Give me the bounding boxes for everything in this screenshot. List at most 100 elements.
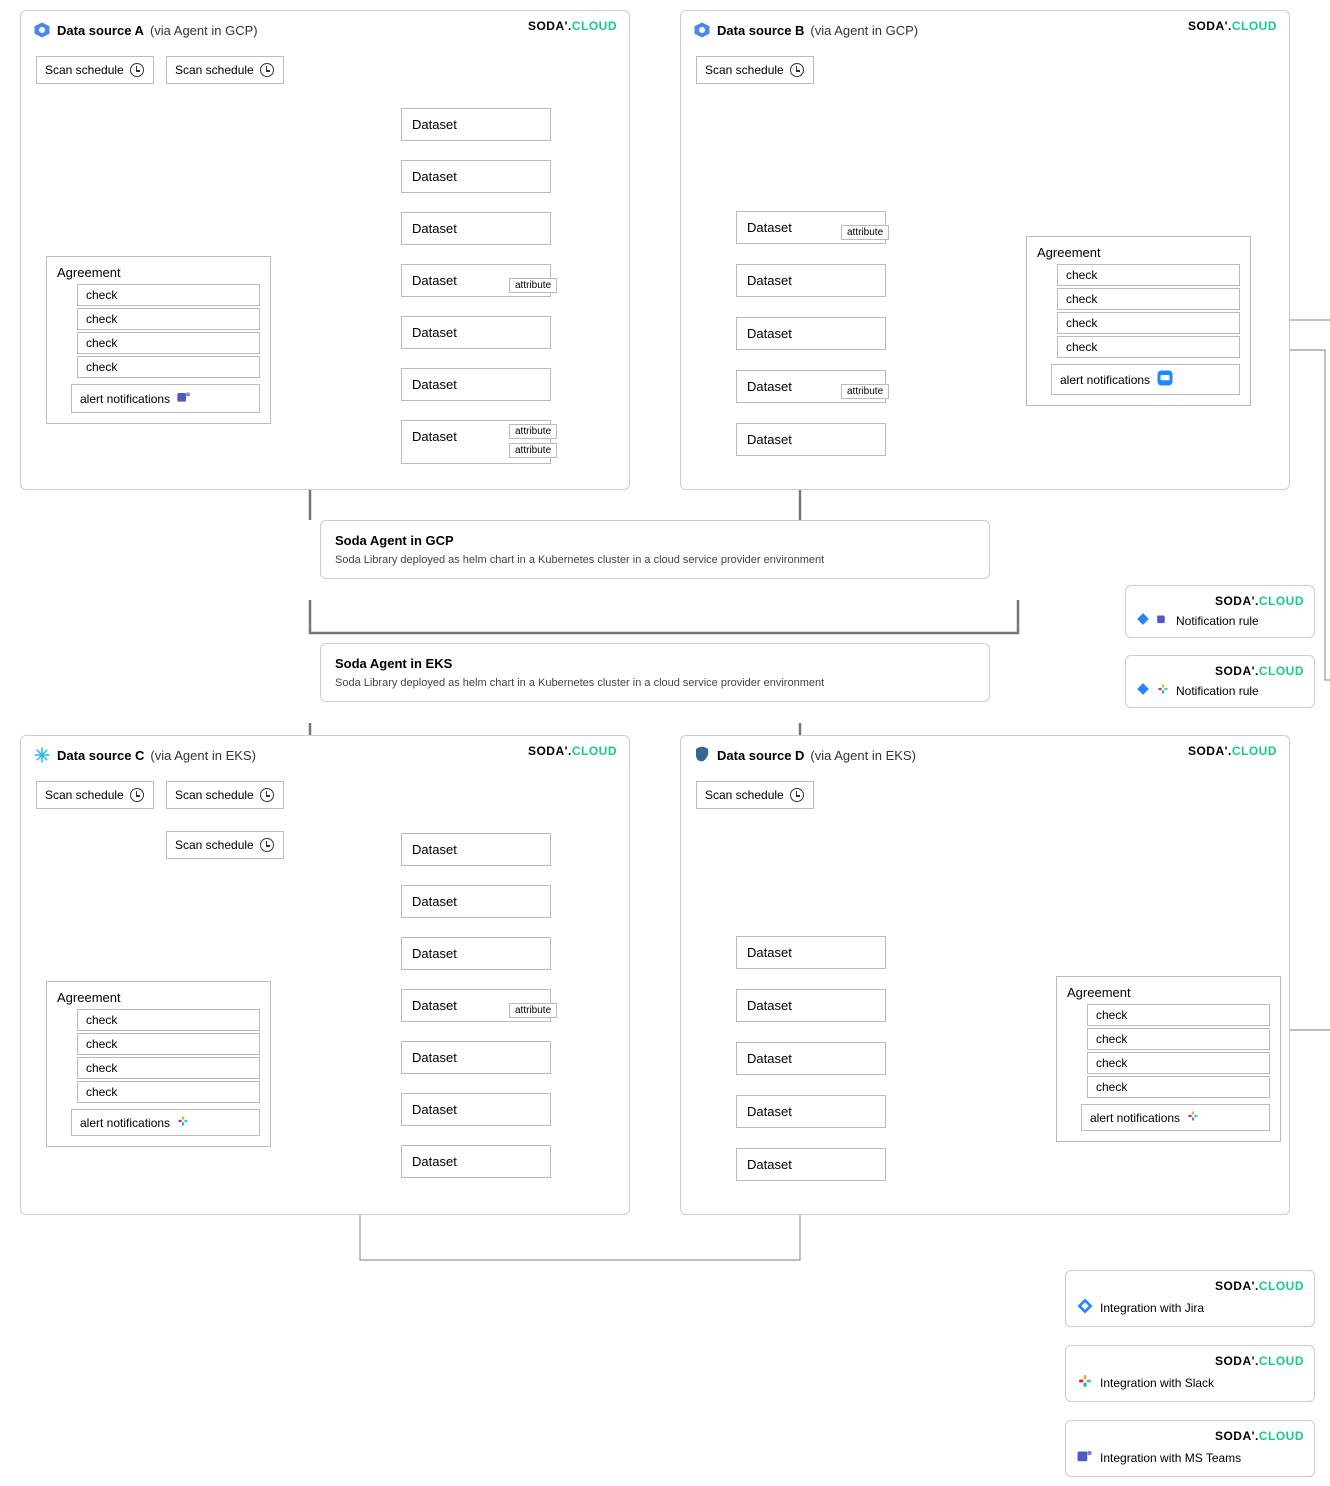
check-item: check bbox=[77, 1033, 260, 1055]
dataset-box: Dataset bbox=[736, 317, 886, 350]
snowflake-icon bbox=[33, 746, 51, 764]
agent-eks-panel: Soda Agent in EKS Soda Library deployed … bbox=[320, 643, 990, 702]
clock-icon bbox=[260, 838, 274, 852]
panel-b-sub: (via Agent in GCP) bbox=[810, 23, 918, 38]
agreement-box: Agreement check check check check alert … bbox=[1056, 976, 1281, 1142]
agent-eks-title: Soda Agent in EKS bbox=[335, 656, 975, 671]
agreement-box: Agreement check check check check alert … bbox=[46, 981, 271, 1147]
dataset-box: Dataset bbox=[401, 833, 551, 866]
integration-teams-label: Integration with MS Teams bbox=[1100, 1451, 1241, 1465]
data-source-c-panel: Data source C (via Agent in EKS) SODA'.C… bbox=[20, 735, 630, 1215]
agreement-box: Agreement check check check check alert … bbox=[46, 256, 271, 424]
dataset-box: Dataset bbox=[736, 989, 886, 1022]
check-item: check bbox=[77, 332, 260, 354]
alert-notifications: alert notifications bbox=[1081, 1104, 1270, 1131]
data-source-d-panel: Data source D (via Agent in EKS) SODA'.C… bbox=[680, 735, 1290, 1215]
jira-icon bbox=[1136, 682, 1150, 699]
attribute-chip: attribute bbox=[509, 443, 557, 458]
soda-logo: SODA'.CLOUD bbox=[1136, 594, 1304, 608]
chat-icon bbox=[1156, 369, 1174, 390]
check-item: check bbox=[1057, 312, 1240, 334]
clock-icon bbox=[790, 63, 804, 77]
check-item: check bbox=[77, 1009, 260, 1031]
slack-icon bbox=[1156, 682, 1170, 699]
scan-schedule-box: Scan schedule bbox=[696, 56, 814, 84]
check-item: check bbox=[77, 308, 260, 330]
check-item: check bbox=[1087, 1076, 1270, 1098]
notif-rule-label: Notification rule bbox=[1176, 614, 1259, 628]
dataset-box: Dataset bbox=[401, 1041, 551, 1074]
check-item: check bbox=[1057, 264, 1240, 286]
bigquery-icon bbox=[693, 21, 711, 39]
alert-notifications: alert notifications bbox=[71, 1109, 260, 1136]
soda-logo: SODA'.CLOUD bbox=[528, 19, 617, 33]
dataset-box: Dataset bbox=[736, 1148, 886, 1181]
check-item: check bbox=[77, 284, 260, 306]
scan-schedule-box: Scan schedule bbox=[166, 831, 284, 859]
panel-d-sub: (via Agent in EKS) bbox=[810, 748, 916, 763]
attribute-chip: attribute bbox=[509, 278, 557, 293]
clock-icon bbox=[130, 63, 144, 77]
dataset-box: Dataset bbox=[736, 423, 886, 456]
dataset-box: Dataset bbox=[736, 936, 886, 969]
data-source-a-panel: Data source A (via Agent in GCP) SODA'.C… bbox=[20, 10, 630, 490]
slack-icon bbox=[1186, 1109, 1200, 1126]
bigquery-icon bbox=[33, 21, 51, 39]
check-item: check bbox=[1087, 1052, 1270, 1074]
panel-a-sub: (via Agent in GCP) bbox=[150, 23, 258, 38]
integration-jira-label: Integration with Jira bbox=[1100, 1301, 1204, 1315]
soda-logo: SODA'.CLOUD bbox=[1076, 1279, 1304, 1293]
check-item: check bbox=[77, 1057, 260, 1079]
agent-gcp-title: Soda Agent in GCP bbox=[335, 533, 975, 548]
postgres-icon bbox=[693, 746, 711, 764]
scan-schedule-box: Scan schedule bbox=[696, 781, 814, 809]
panel-d-title: Data source D bbox=[717, 748, 804, 763]
soda-logo: SODA'.CLOUD bbox=[1136, 664, 1304, 678]
scan-schedule-box: Scan schedule bbox=[36, 56, 154, 84]
soda-logo: SODA'.CLOUD bbox=[528, 744, 617, 758]
integration-teams-panel: SODA'.CLOUD Integration with MS Teams bbox=[1065, 1420, 1315, 1477]
check-item: check bbox=[1057, 288, 1240, 310]
check-item: check bbox=[1087, 1004, 1270, 1026]
jira-icon bbox=[1076, 1297, 1094, 1318]
dataset-box: Dataset bbox=[736, 1095, 886, 1128]
slack-icon bbox=[176, 1114, 190, 1131]
check-item: check bbox=[77, 356, 260, 378]
notification-rule-panel: SODA'.CLOUD Notification rule bbox=[1125, 585, 1315, 638]
dataset-box: Dataset bbox=[401, 937, 551, 970]
panel-a-title: Data source A bbox=[57, 23, 144, 38]
clock-icon bbox=[790, 788, 804, 802]
integration-jira-panel: SODA'.CLOUD Integration with Jira bbox=[1065, 1270, 1315, 1327]
clock-icon bbox=[260, 63, 274, 77]
panel-b-title: Data source B bbox=[717, 23, 804, 38]
dataset-box: Dataset bbox=[401, 108, 551, 141]
msteams-icon bbox=[176, 389, 192, 408]
check-item: check bbox=[1087, 1028, 1270, 1050]
dataset-box: Dataset bbox=[401, 1145, 551, 1178]
panel-c-sub: (via Agent in EKS) bbox=[150, 748, 256, 763]
dataset-box: Dataset bbox=[736, 264, 886, 297]
attribute-chip: attribute bbox=[509, 1003, 557, 1018]
clock-icon bbox=[260, 788, 274, 802]
dataset-box: Dataset bbox=[401, 885, 551, 918]
agreement-box: Agreement check check check check alert … bbox=[1026, 236, 1251, 406]
check-item: check bbox=[1057, 336, 1240, 358]
dataset-box: Dataset bbox=[401, 160, 551, 193]
msteams-icon bbox=[1076, 1447, 1094, 1468]
alert-notifications: alert notifications bbox=[1051, 364, 1240, 395]
soda-logo: SODA'.CLOUD bbox=[1188, 19, 1277, 33]
panel-c-title: Data source C bbox=[57, 748, 144, 763]
agent-gcp-panel: Soda Agent in GCP Soda Library deployed … bbox=[320, 520, 990, 579]
check-item: check bbox=[77, 1081, 260, 1103]
dataset-box: Dataset bbox=[401, 212, 551, 245]
scan-schedule-box: Scan schedule bbox=[36, 781, 154, 809]
soda-logo: SODA'.CLOUD bbox=[1076, 1354, 1304, 1368]
scan-schedule-box: Scan schedule bbox=[166, 781, 284, 809]
attribute-chip: attribute bbox=[509, 424, 557, 439]
jira-icon bbox=[1136, 612, 1150, 629]
attribute-chip: attribute bbox=[841, 384, 889, 399]
soda-logo: SODA'.CLOUD bbox=[1076, 1429, 1304, 1443]
soda-logo: SODA'.CLOUD bbox=[1188, 744, 1277, 758]
alert-notifications: alert notifications bbox=[71, 384, 260, 413]
dataset-box: Dataset bbox=[401, 1093, 551, 1126]
